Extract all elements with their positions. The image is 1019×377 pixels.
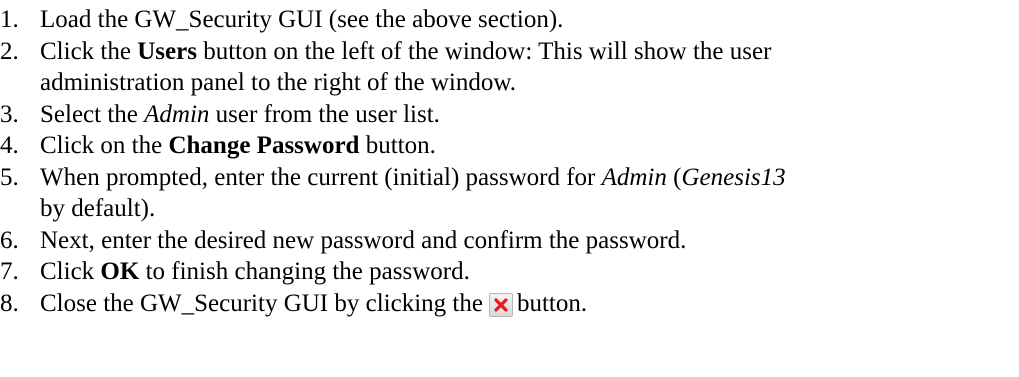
step-number: 7. [0,258,19,285]
change-password-button-ref: Change Password [168,132,360,159]
step-1: 1. Load the GW_Security GUI (see the abo… [0,4,1019,36]
step-8: 8. Close the GW_Security GUI by clicking… [0,288,1019,320]
step-3: 3. Select the Admin user from the user l… [0,99,1019,131]
step-text: Click the Users button on the left of th… [40,37,772,65]
step-text: Click OK to finish changing the password… [40,258,470,285]
step-text-continued: by default). [40,195,156,222]
step-number: 6. [0,226,19,254]
ok-button-ref: OK [100,258,140,285]
step-5: 5. When prompted, enter the current (ini… [0,162,1019,225]
step-7: 7. Click OK to finish changing the passw… [0,256,1019,288]
users-button-ref: Users [137,37,197,65]
step-number: 2. [0,37,19,65]
step-text: Close the GW_Security GUI by clicking th… [40,289,588,317]
step-text: Next, enter the desired new password and… [40,226,687,254]
admin-user-ref: Admin [144,100,210,128]
step-2: 2. Click the Users button on the left of… [0,36,1019,99]
admin-user-ref: Admin [601,163,667,191]
step-text: Click on the Change Password button. [40,132,436,159]
instruction-list: 1. Load the GW_Security GUI (see the abo… [0,4,1019,319]
document-page: 1. Load the GW_Security GUI (see the abo… [0,0,1019,377]
step-number: 1. [0,6,19,33]
step-text-continued: administration panel to the right of the… [40,69,517,96]
step-number: 3. [0,100,19,128]
step-6: 6. Next, enter the desired new password … [0,225,1019,257]
close-x-icon [488,292,513,317]
step-number: 4. [0,132,19,159]
step-text: When prompted, enter the current (initia… [40,163,786,191]
step-text: Load the GW_Security GUI (see the above … [40,6,564,33]
step-text: Select the Admin user from the user list… [40,100,440,128]
step-4: 4. Click on the Change Password button. [0,130,1019,162]
step-number: 8. [0,289,19,317]
step-number: 5. [0,163,19,191]
default-password-ref: Genesis13 [681,163,786,191]
